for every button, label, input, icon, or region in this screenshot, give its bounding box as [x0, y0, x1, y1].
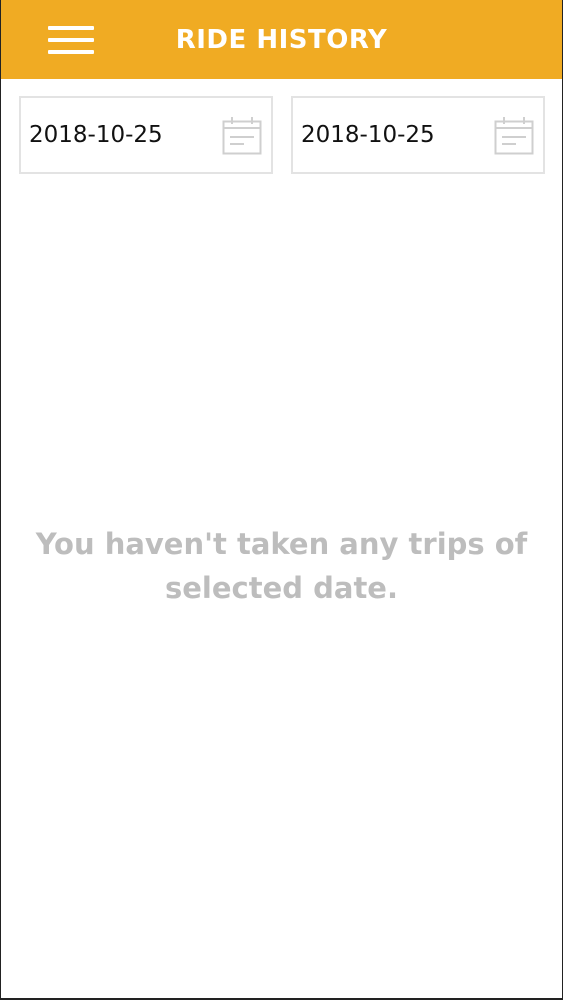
- calendar-icon: [494, 117, 534, 155]
- ride-history-screen: RIDE HISTORY 2018-10-25 2018-10-25 You h…: [0, 0, 563, 1000]
- empty-state-message: You haven't taken any trips of selected …: [35, 527, 528, 605]
- page-title: RIDE HISTORY: [175, 25, 388, 55]
- to-date-field[interactable]: 2018-10-25: [291, 96, 545, 174]
- from-date-value: 2018-10-25: [29, 122, 163, 148]
- app-bar: RIDE HISTORY: [1, 0, 562, 79]
- to-date-value: 2018-10-25: [301, 122, 435, 148]
- calendar-icon: [222, 117, 262, 155]
- from-date-field[interactable]: 2018-10-25: [19, 96, 273, 174]
